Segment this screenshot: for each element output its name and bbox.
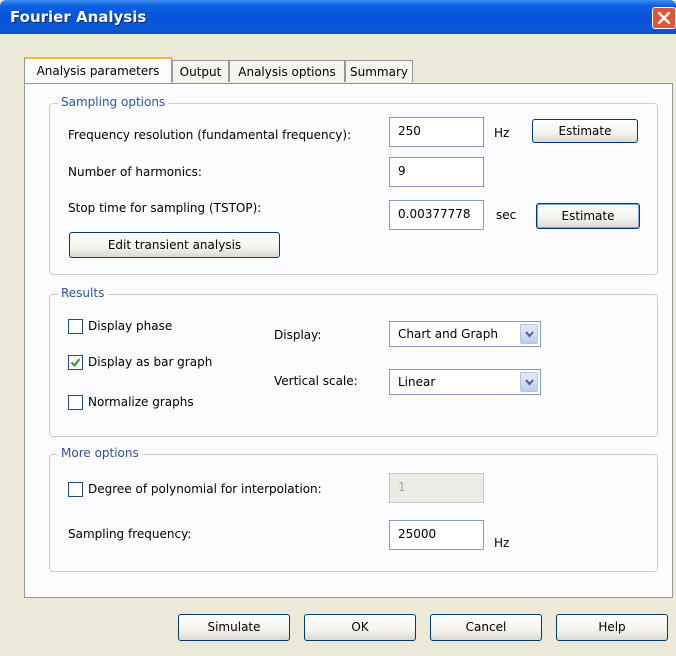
- display-bar-graph-label: Display as bar graph: [88, 355, 213, 369]
- polynomial-degree-label: Degree of polynomial for interpolation:: [88, 482, 322, 496]
- window-title: Fourier Analysis: [10, 8, 147, 26]
- display-select-value: Chart and Graph: [398, 327, 498, 341]
- tab-analysis-options[interactable]: Analysis options: [229, 60, 345, 82]
- fourier-analysis-dialog: Fourier Analysis Analysis parameters Out…: [0, 0, 676, 656]
- tab-analysis-parameters[interactable]: Analysis parameters: [24, 57, 172, 83]
- title-bar[interactable]: Fourier Analysis: [0, 0, 676, 34]
- close-icon: [657, 11, 671, 25]
- polynomial-degree-checkbox[interactable]: [68, 482, 83, 497]
- harmonics-input[interactable]: 9: [389, 157, 484, 187]
- display-label: Display:: [274, 328, 322, 342]
- estimate-frequency-button[interactable]: Estimate: [532, 119, 638, 143]
- estimate-stop-time-button[interactable]: Estimate: [536, 203, 640, 229]
- group-title-results: Results: [58, 286, 108, 300]
- simulate-button[interactable]: Simulate: [178, 614, 290, 641]
- display-phase-checkbox[interactable]: [68, 319, 83, 334]
- vertical-scale-select[interactable]: Linear: [389, 369, 541, 395]
- tab-panel: Sampling options Frequency resolution (f…: [24, 83, 673, 598]
- chevron-down-icon: [525, 331, 534, 338]
- close-button[interactable]: [652, 7, 676, 29]
- tab-output[interactable]: Output: [172, 60, 229, 82]
- vertical-scale-dropdown-button[interactable]: [520, 372, 538, 392]
- display-bar-graph-checkbox[interactable]: [68, 355, 83, 370]
- chevron-down-icon: [525, 379, 534, 386]
- normalize-graphs-checkbox[interactable]: [68, 395, 83, 410]
- stop-time-label: Stop time for sampling (TSTOP):: [68, 201, 262, 215]
- stop-time-unit: sec: [496, 208, 517, 222]
- edit-transient-analysis-button[interactable]: Edit transient analysis: [69, 232, 280, 258]
- display-select[interactable]: Chart and Graph: [389, 321, 541, 347]
- polynomial-degree-input[interactable]: 1: [389, 473, 484, 503]
- frequency-unit: Hz: [494, 126, 510, 140]
- sampling-frequency-unit: Hz: [494, 536, 510, 550]
- frequency-resolution-input[interactable]: 250: [389, 117, 484, 147]
- sampling-frequency-input[interactable]: 25000: [389, 520, 484, 550]
- display-phase-label: Display phase: [88, 319, 173, 333]
- help-button[interactable]: Help: [556, 614, 668, 641]
- group-title-more-options: More options: [58, 446, 142, 460]
- vertical-scale-label: Vertical scale:: [274, 374, 358, 388]
- vertical-scale-value: Linear: [398, 375, 436, 389]
- more-options-group: More options: [49, 446, 658, 572]
- display-dropdown-button[interactable]: [520, 324, 538, 344]
- group-title-sampling: Sampling options: [58, 95, 169, 109]
- ok-button[interactable]: OK: [304, 614, 416, 641]
- tab-summary[interactable]: Summary: [345, 60, 413, 82]
- checkmark-icon: [70, 358, 81, 368]
- normalize-graphs-label: Normalize graphs: [88, 395, 194, 409]
- stop-time-input[interactable]: 0.00377778: [389, 200, 484, 230]
- sampling-frequency-label: Sampling frequency:: [68, 527, 192, 541]
- cancel-button[interactable]: Cancel: [430, 614, 542, 641]
- frequency-resolution-label: Frequency resolution (fundamental freque…: [68, 128, 352, 142]
- harmonics-label: Number of harmonics:: [68, 165, 202, 179]
